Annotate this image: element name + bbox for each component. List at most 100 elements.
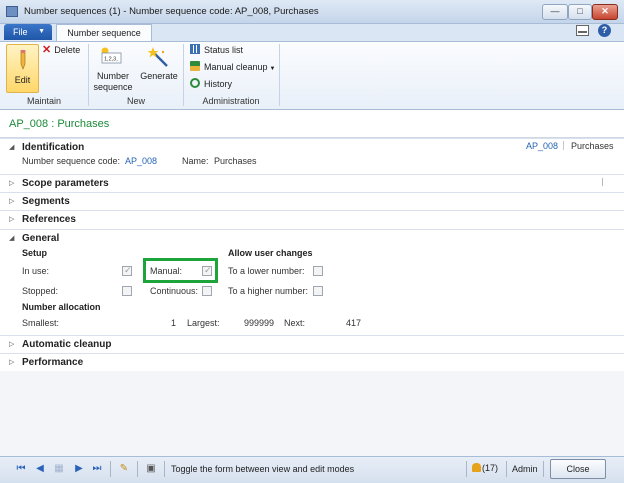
number-sequence-icon: 1,2,3, bbox=[101, 47, 122, 64]
edit-button[interactable]: Edit bbox=[6, 44, 39, 93]
number-allocation-heading: Number allocation bbox=[22, 302, 101, 312]
first-record-icon[interactable]: ⏮ bbox=[14, 462, 28, 475]
fasttab-scope-parameters[interactable]: ▷ Scope parameters bbox=[0, 174, 624, 192]
number-sequence-button[interactable]: 1,2,3, Number sequence bbox=[93, 44, 133, 94]
edit-mode-pencil-icon[interactable]: ✎ bbox=[117, 462, 131, 475]
expanded-triangle-icon: ◢ bbox=[9, 144, 15, 151]
generate-label: Generate bbox=[140, 71, 178, 81]
fasttab-title: Segments bbox=[22, 196, 70, 207]
ribbon-group-divider bbox=[183, 44, 184, 106]
higher-number-checkbox[interactable] bbox=[313, 286, 323, 296]
history-label: History bbox=[204, 79, 233, 89]
expanded-triangle-icon: ◢ bbox=[9, 235, 15, 242]
fasttab-automatic-cleanup[interactable]: ▷ Automatic cleanup bbox=[0, 335, 624, 353]
document-handling-icon[interactable]: ▣ bbox=[144, 462, 158, 475]
code-value-link[interactable]: AP_008 bbox=[125, 156, 157, 166]
previous-record-icon[interactable]: ◀ bbox=[33, 462, 47, 475]
status-divider bbox=[466, 461, 467, 477]
manual-highlight-box bbox=[143, 258, 218, 283]
grid-icon bbox=[190, 44, 200, 54]
status-list-button[interactable]: Status list bbox=[190, 44, 243, 57]
stopped-label: Stopped: bbox=[22, 286, 59, 296]
setup-heading: Setup bbox=[22, 248, 48, 258]
notifications-indicator[interactable]: (17) bbox=[472, 463, 498, 473]
window-title: Number sequences (1) - Number sequence c… bbox=[24, 6, 319, 17]
status-divider bbox=[506, 461, 507, 477]
notification-count: (17) bbox=[482, 463, 499, 473]
group-label-administration: Administration bbox=[202, 96, 260, 106]
window-close-button[interactable]: ✕ bbox=[592, 4, 618, 20]
history-icon bbox=[190, 78, 200, 88]
largest-value: 999999 bbox=[244, 318, 275, 328]
status-divider bbox=[110, 461, 111, 477]
name-value: Purchases bbox=[214, 156, 257, 166]
current-user: Admin bbox=[512, 464, 538, 474]
scope-handle bbox=[602, 178, 603, 186]
number-sequence-label: Number sequence bbox=[93, 71, 133, 92]
form-view-icon[interactable] bbox=[576, 25, 589, 36]
lower-number-checkbox[interactable] bbox=[313, 266, 323, 276]
last-record-icon[interactable]: ⏭ bbox=[90, 462, 104, 475]
tab-number-sequence[interactable]: Number sequence bbox=[56, 24, 152, 42]
group-label-maintain: Maintain bbox=[26, 96, 62, 106]
ribbon-group-divider bbox=[88, 44, 89, 106]
code-label: Number sequence code: bbox=[22, 156, 121, 166]
close-button[interactable]: Close bbox=[550, 459, 606, 479]
app-icon bbox=[6, 6, 18, 17]
file-tab-label: File bbox=[13, 27, 28, 37]
generate-button[interactable]: Generate bbox=[139, 44, 179, 94]
manual-cleanup-label: Manual cleanup bbox=[204, 62, 268, 72]
allow-user-changes-heading: Allow user changes bbox=[228, 248, 313, 258]
manual-cleanup-button[interactable]: Manual cleanup ▼ bbox=[190, 61, 276, 74]
in-use-checkbox[interactable] bbox=[122, 265, 132, 276]
collapsed-triangle-icon: ▷ bbox=[9, 216, 15, 223]
help-icon[interactable]: ? bbox=[598, 24, 611, 37]
fasttab-references[interactable]: ▷ References bbox=[0, 210, 624, 228]
fasttab-title: Scope parameters bbox=[22, 178, 109, 189]
fasttab-title: Performance bbox=[22, 357, 84, 368]
magic-wand-icon bbox=[148, 47, 168, 67]
delete-x-icon: ✕ bbox=[42, 44, 52, 56]
next-label: Next: bbox=[284, 318, 306, 328]
collapsed-triangle-icon: ▷ bbox=[9, 341, 15, 348]
largest-label: Largest: bbox=[187, 318, 220, 328]
status-list-label: Status list bbox=[204, 45, 244, 55]
status-message: Toggle the form between view and edit mo… bbox=[171, 464, 355, 474]
delete-button[interactable]: ✕ Delete bbox=[42, 44, 80, 57]
higher-number-label: To a higher number: bbox=[228, 286, 309, 296]
group-label-new: New bbox=[126, 96, 145, 106]
summary-name: Purchases bbox=[571, 141, 614, 151]
continuous-checkbox[interactable] bbox=[202, 286, 212, 296]
fasttab-title: References bbox=[22, 214, 76, 225]
fasttab-performance[interactable]: ▷ Performance bbox=[0, 353, 624, 371]
fasttab-title: Identification bbox=[22, 142, 85, 153]
summary-code-link[interactable]: AP_008 bbox=[526, 141, 558, 151]
smallest-label: Smallest: bbox=[22, 318, 60, 328]
file-tab[interactable]: File ▼ bbox=[4, 24, 52, 40]
fasttab-segments[interactable]: ▷ Segments bbox=[0, 192, 624, 210]
name-label: Name: bbox=[182, 156, 209, 166]
smallest-value: 1 bbox=[170, 318, 176, 328]
lower-number-label: To a lower number: bbox=[228, 266, 305, 276]
fasttab-general[interactable]: ◢ General bbox=[0, 229, 624, 247]
summary-divider bbox=[563, 141, 564, 150]
status-divider bbox=[543, 461, 544, 477]
next-value: 417 bbox=[346, 318, 362, 328]
stopped-checkbox[interactable] bbox=[122, 286, 132, 296]
record-list-icon[interactable]: ▦ bbox=[52, 462, 66, 475]
ribbon-group-divider bbox=[279, 44, 280, 106]
bell-icon bbox=[472, 463, 481, 472]
empty-form-area bbox=[0, 371, 624, 456]
delete-button-label: Delete bbox=[54, 45, 81, 55]
fasttab-title: General bbox=[22, 233, 60, 244]
continuous-label: Continuous: bbox=[150, 286, 199, 296]
maximize-button[interactable]: □ bbox=[568, 4, 592, 20]
in-use-label: In use: bbox=[22, 266, 50, 276]
collapsed-triangle-icon: ▷ bbox=[9, 198, 15, 205]
history-button[interactable]: History bbox=[190, 78, 232, 91]
broom-icon bbox=[190, 61, 200, 71]
next-record-icon[interactable]: ▶ bbox=[72, 462, 86, 475]
status-divider bbox=[164, 461, 165, 477]
form-title: AP_008 : Purchases bbox=[9, 118, 110, 130]
minimize-button[interactable]: — bbox=[542, 4, 568, 20]
